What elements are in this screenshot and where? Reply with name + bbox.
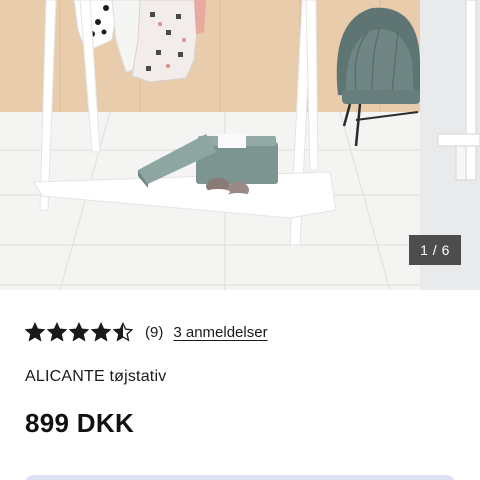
- star-full-icon: [69, 322, 89, 342]
- rating-stars: [25, 322, 135, 342]
- image-counter: 1 / 6: [409, 235, 461, 265]
- product-rating: (9) 3 anmeldelser: [25, 320, 268, 344]
- product-image[interactable]: [0, 0, 480, 290]
- add-to-cart-button[interactable]: [25, 475, 455, 480]
- star-half-icon: [113, 322, 133, 342]
- product-price: 899 DKK: [25, 408, 135, 438]
- star-full-icon: [47, 322, 67, 342]
- star-full-icon: [25, 322, 45, 342]
- review-count: (9): [145, 323, 164, 341]
- product-image-gallery[interactable]: 1 / 6: [0, 0, 480, 290]
- product-title: ALICANTE tøjstativ: [25, 368, 167, 385]
- star-full-icon: [91, 322, 111, 342]
- reviews-link[interactable]: 3 anmeldelser: [173, 324, 267, 341]
